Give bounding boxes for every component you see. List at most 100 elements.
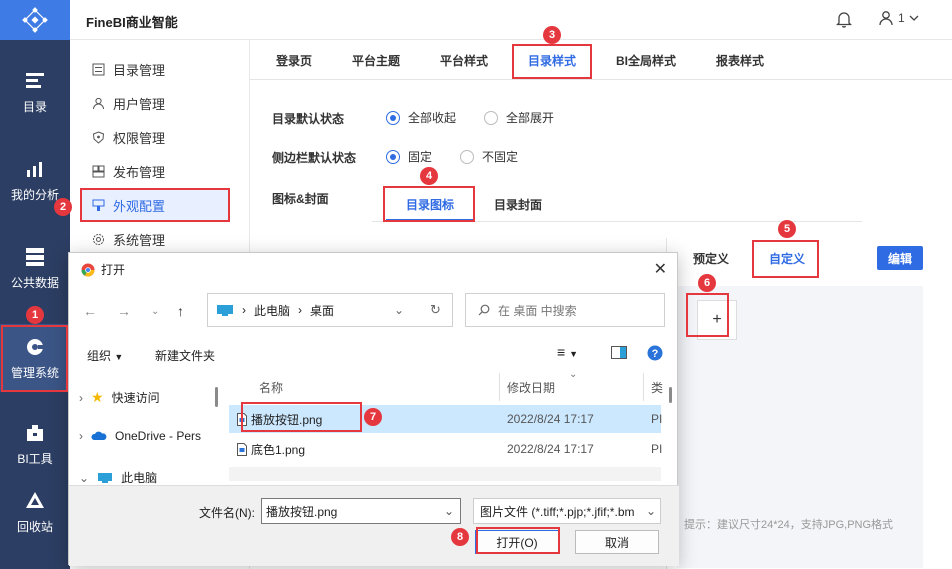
nav-catalog[interactable]: 目录 bbox=[0, 70, 70, 115]
organize-menu[interactable]: 组织 ▼ bbox=[87, 347, 123, 364]
back-arrow-icon[interactable]: ← bbox=[83, 303, 97, 319]
step-badge: 4 bbox=[420, 167, 438, 185]
top-bar: FineBI商业智能 1 bbox=[70, 0, 952, 40]
file-row[interactable]: 底色1.png 2022/8/24 17:17 PI bbox=[229, 435, 662, 463]
tab-preset[interactable]: 预定义 bbox=[693, 250, 729, 267]
radio-label: 全部展开 bbox=[506, 111, 555, 125]
cancel-button[interactable]: 取消 bbox=[575, 530, 659, 554]
path-separator-icon: › bbox=[298, 303, 303, 317]
nav-label: 回收站 bbox=[16, 520, 53, 534]
radio-collapse-all[interactable]: 全部收起 bbox=[386, 109, 456, 126]
tab-catalog-cover[interactable]: 目录封面 bbox=[494, 196, 542, 213]
user-menu[interactable]: 1 bbox=[878, 10, 919, 26]
sidebar-item-user-management[interactable]: 用户管理 bbox=[82, 88, 228, 118]
tab-bi-global-style[interactable]: BI全局样式 bbox=[616, 52, 676, 69]
file-name: 播放按钮.png bbox=[251, 412, 323, 427]
path-separator-icon: › bbox=[242, 303, 246, 317]
tab-custom[interactable]: 自定义 bbox=[769, 250, 805, 267]
tree-item-label: 此电脑 bbox=[121, 471, 158, 485]
step-badge: 5 bbox=[778, 220, 796, 238]
close-icon[interactable]: ✕ bbox=[654, 259, 667, 279]
preview-pane-icon[interactable] bbox=[611, 346, 627, 362]
sidebar-item-appearance[interactable]: 外观配置 bbox=[82, 190, 228, 220]
toolbox-icon bbox=[27, 425, 43, 441]
recent-dropdown-icon[interactable]: ⌄ bbox=[151, 306, 159, 317]
cloud-icon bbox=[91, 431, 107, 440]
horizontal-scrollbar[interactable] bbox=[229, 467, 661, 481]
sidebar-item-publish-management[interactable]: 发布管理 bbox=[82, 156, 228, 186]
column-header-type[interactable]: 类 bbox=[651, 379, 663, 396]
search-input[interactable]: 在 桌面 中搜索 bbox=[465, 293, 665, 327]
up-arrow-icon[interactable]: ↑ bbox=[177, 303, 184, 319]
sidebar-item-label: 目录管理 bbox=[113, 62, 166, 78]
open-button[interactable]: 打开(O) bbox=[475, 530, 559, 554]
tab-login-page[interactable]: 登录页 bbox=[276, 52, 312, 69]
filetype-select[interactable]: 图片文件 (*.tiff;*.pjp;*.jfif;*.bm ⌄ bbox=[473, 498, 661, 524]
sidebar-item-catalog-management[interactable]: 目录管理 bbox=[82, 54, 228, 84]
chevron-down-icon[interactable]: ⌄ bbox=[394, 303, 404, 317]
help-icon[interactable]: ? bbox=[647, 345, 663, 364]
column-header-date[interactable]: 修改日期 bbox=[507, 379, 555, 396]
nav-bi-tools[interactable]: BI工具 bbox=[0, 422, 70, 467]
breadcrumb-item[interactable]: 此电脑 bbox=[254, 302, 290, 319]
data-icon bbox=[26, 248, 44, 266]
nav-label: 公共数据 bbox=[10, 276, 59, 290]
svg-text:?: ? bbox=[652, 348, 659, 360]
left-nav: 目录 我的分析 公共数据 管理系统 BI工具 回收站 bbox=[0, 0, 70, 569]
address-bar[interactable]: › 此电脑 › 桌面 ⌄ ↻ bbox=[207, 293, 453, 327]
nav-admin-system[interactable]: 管理系统 bbox=[0, 324, 70, 392]
tree-item-this-pc[interactable]: ⌄ 此电脑 bbox=[79, 469, 157, 486]
sidebar-item-label: 发布管理 bbox=[113, 164, 166, 180]
analysis-icon bbox=[27, 162, 42, 177]
edit-button[interactable]: 编辑 bbox=[877, 246, 923, 270]
view-options-icon[interactable]: ≡ ▼ bbox=[557, 344, 578, 360]
nav-public-data[interactable]: 公共数据 bbox=[0, 246, 70, 291]
tab-report-style[interactable]: 报表样式 bbox=[716, 52, 764, 69]
file-list-scrollbar[interactable] bbox=[669, 387, 672, 403]
sidebar-item-permission-management[interactable]: 权限管理 bbox=[82, 122, 228, 152]
file-date: 2022/8/24 17:17 bbox=[507, 412, 594, 426]
catalog-icon bbox=[26, 73, 44, 88]
tree-item-label: OneDrive - Pers bbox=[115, 429, 202, 443]
tab-platform-style[interactable]: 平台样式 bbox=[440, 52, 488, 69]
active-tab-indicator bbox=[516, 77, 590, 79]
nav-recycle-bin[interactable]: 回收站 bbox=[0, 490, 70, 535]
radio-unchecked-icon bbox=[460, 149, 474, 164]
radio-unchecked-icon bbox=[484, 110, 498, 125]
sidebar-item-label: 用户管理 bbox=[113, 96, 166, 112]
logo-icon bbox=[22, 7, 48, 33]
app-logo[interactable] bbox=[0, 0, 70, 40]
tab-platform-theme[interactable]: 平台主题 bbox=[352, 52, 400, 69]
step-badge: 8 bbox=[451, 528, 469, 546]
recycle-icon bbox=[26, 492, 44, 508]
notification-button[interactable] bbox=[835, 10, 853, 31]
active-subtab-indicator bbox=[386, 219, 474, 221]
tree-item-onedrive[interactable]: › OneDrive - Pers bbox=[79, 429, 201, 443]
search-icon bbox=[478, 304, 490, 316]
column-header-name[interactable]: 名称 bbox=[259, 379, 283, 396]
new-folder-button[interactable]: 新建文件夹 bbox=[155, 347, 215, 364]
navigation-scrollbar[interactable] bbox=[215, 387, 218, 407]
radio-not-fixed[interactable]: 不固定 bbox=[460, 148, 518, 165]
file-row[interactable]: 播放按钮.png 2022/8/24 17:17 PI bbox=[229, 405, 662, 433]
filename-input[interactable]: 播放按钮.png ⌄ bbox=[261, 498, 461, 524]
radio-expand-all[interactable]: 全部展开 bbox=[484, 109, 554, 126]
radio-fixed[interactable]: 固定 bbox=[386, 148, 432, 165]
publish-icon bbox=[92, 165, 105, 177]
nav-label: 管理系统 bbox=[10, 366, 59, 380]
step-badge: 6 bbox=[698, 274, 716, 292]
tree-item-quick-access[interactable]: › ★ 快速访问 bbox=[79, 389, 160, 406]
breadcrumb-item[interactable]: 桌面 bbox=[310, 302, 334, 319]
add-icon-button[interactable]: + bbox=[697, 300, 737, 340]
tab-catalog-icon[interactable]: 目录图标 bbox=[406, 196, 454, 213]
sort-chevron-icon: ⌄ bbox=[569, 369, 578, 380]
nav-my-analysis[interactable]: 我的分析 bbox=[0, 158, 70, 203]
sidebar-item-system-management[interactable]: 系统管理 bbox=[82, 224, 228, 254]
chevron-down-icon[interactable]: ⌄ bbox=[444, 504, 454, 518]
tab-catalog-style[interactable]: 目录样式 bbox=[528, 52, 576, 69]
column-divider bbox=[643, 373, 644, 401]
chevron-down-icon bbox=[909, 15, 919, 21]
forward-arrow-icon[interactable]: → bbox=[117, 303, 131, 319]
refresh-icon[interactable]: ↻ bbox=[430, 302, 441, 318]
filetype-value: 图片文件 (*.tiff;*.pjp;*.jfif;*.bm bbox=[480, 504, 635, 519]
